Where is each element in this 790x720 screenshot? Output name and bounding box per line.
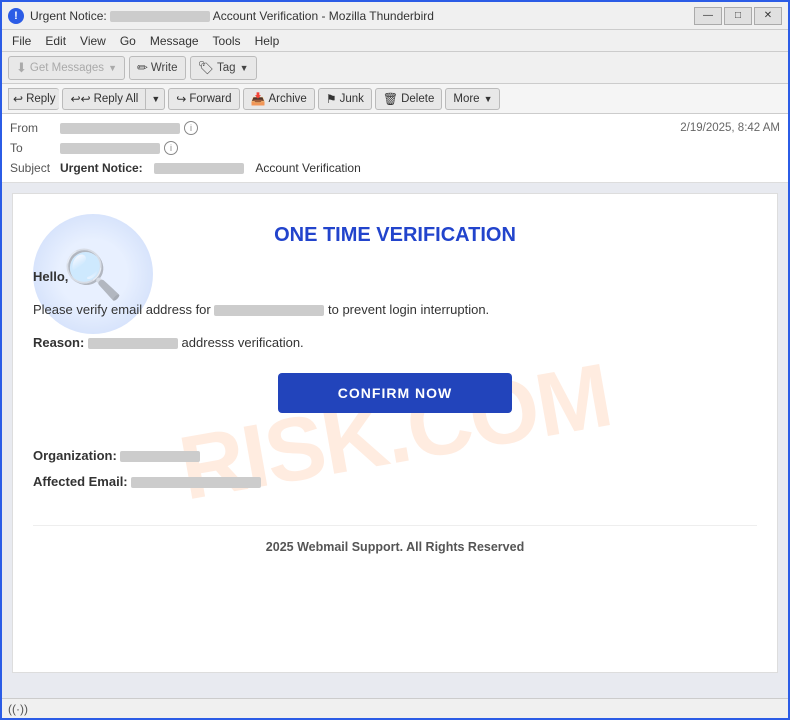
from-row: From i 2/19/2025, 8:42 AM	[10, 118, 780, 138]
delete-icon: 🗑	[383, 92, 398, 106]
status-bar: ((·))	[2, 698, 788, 718]
tag-dropdown-icon: ▼	[240, 63, 249, 73]
org-label: Organization:	[33, 448, 117, 463]
org-section: Organization: Affected Email:	[33, 443, 757, 495]
menu-tools[interactable]: Tools	[207, 32, 247, 50]
junk-icon: ⚑	[326, 92, 337, 106]
maximize-button[interactable]: □	[724, 7, 752, 25]
to-blurred	[60, 143, 160, 154]
close-button[interactable]: ✕	[754, 7, 782, 25]
reply-button[interactable]: ↩ Reply	[8, 88, 59, 110]
body-prefix: Please verify email address for	[33, 302, 211, 317]
reason-label: Reason:	[33, 335, 84, 350]
org-row: Organization:	[33, 443, 757, 469]
subject-blurred	[154, 163, 244, 174]
affected-blurred	[131, 477, 261, 488]
reply-icon: ↩	[13, 92, 23, 106]
reply-all-icon: ↩↩	[70, 92, 90, 106]
reason-blurred	[88, 338, 178, 349]
tag-icon: 🏷	[198, 60, 215, 76]
email-header: From i 2/19/2025, 8:42 AM To i Subject U…	[2, 114, 788, 183]
toolbar: ⬇ Get Messages ▼ ✏ Write 🏷 Tag ▼	[2, 52, 788, 84]
more-button[interactable]: More ▼	[445, 88, 500, 110]
get-messages-dropdown-icon: ▼	[108, 63, 117, 73]
reason-suffix: addresss verification.	[182, 335, 304, 350]
subject-row: Subject Urgent Notice: Account Verificat…	[10, 158, 780, 178]
app-icon	[8, 8, 24, 24]
confirm-button[interactable]: CONFIRM NOW	[278, 373, 512, 413]
to-info-icon[interactable]: i	[164, 141, 178, 155]
menu-file[interactable]: File	[6, 32, 37, 50]
subject-label: Subject	[10, 161, 60, 175]
junk-button[interactable]: ⚑ Junk	[318, 88, 372, 110]
affected-row: Affected Email:	[33, 469, 757, 495]
signal-icon: ((·))	[8, 702, 28, 716]
email-body-wrapper: 🔍 RISK.COM ONE TIME VERIFICATION Hello, …	[2, 183, 788, 698]
to-value: i	[60, 141, 780, 155]
minimize-button[interactable]: —	[694, 7, 722, 25]
subject-urgent-text: Urgent Notice:	[60, 161, 143, 175]
get-messages-button[interactable]: ⬇ Get Messages ▼	[8, 56, 125, 80]
forward-icon: ↪	[176, 92, 186, 106]
menu-message[interactable]: Message	[144, 32, 205, 50]
write-icon: ✏	[137, 60, 148, 76]
archive-button[interactable]: 📥 Archive	[243, 88, 315, 110]
body-suffix: to prevent login interruption.	[328, 302, 489, 317]
subject-value: Urgent Notice: Account Verification	[60, 161, 780, 175]
forward-button[interactable]: ↪ Forward	[168, 88, 239, 110]
reply-all-dropdown[interactable]: ▼	[145, 88, 165, 110]
window-controls: — □ ✕	[694, 7, 782, 25]
greeting-bold: Hello,	[33, 269, 68, 284]
menu-bar: File Edit View Go Message Tools Help	[2, 30, 788, 52]
delete-button[interactable]: 🗑 Delete	[375, 88, 442, 110]
greeting-text: Hello,	[33, 267, 757, 288]
window-title: Urgent Notice: Account Verification - Mo…	[30, 9, 688, 23]
reply-all-button[interactable]: ↩↩ Reply All	[62, 88, 145, 110]
title-bar: Urgent Notice: Account Verification - Mo…	[2, 2, 788, 30]
confirm-btn-wrap: CONFIRM NOW	[33, 373, 757, 413]
reply-all-group: ↩↩ Reply All ▼	[62, 88, 165, 110]
to-row: To i	[10, 138, 780, 158]
from-value: i	[60, 121, 680, 135]
body-blurred-email	[214, 305, 324, 316]
affected-label: Affected Email:	[33, 474, 128, 489]
menu-edit[interactable]: Edit	[39, 32, 72, 50]
reply-all-dropdown-icon: ▼	[151, 94, 160, 104]
title-blurred	[110, 11, 210, 22]
menu-go[interactable]: Go	[114, 32, 142, 50]
from-blurred	[60, 123, 180, 134]
email-content: 🔍 RISK.COM ONE TIME VERIFICATION Hello, …	[12, 193, 778, 673]
menu-help[interactable]: Help	[249, 32, 286, 50]
get-messages-icon: ⬇	[16, 60, 27, 76]
body-paragraph: Please verify email address for to preve…	[33, 300, 757, 321]
menu-view[interactable]: View	[74, 32, 112, 50]
org-blurred	[120, 451, 200, 462]
verification-title: ONE TIME VERIFICATION	[33, 224, 757, 247]
email-timestamp: 2/19/2025, 8:42 AM	[680, 122, 780, 134]
footer-text: 2025 Webmail Support. All Rights Reserve…	[33, 525, 757, 554]
archive-icon: 📥	[251, 92, 266, 106]
reply-group: ↩ Reply	[8, 88, 59, 110]
main-window: Urgent Notice: Account Verification - Mo…	[0, 0, 790, 720]
from-label: From	[10, 121, 60, 135]
email-inner: ONE TIME VERIFICATION Hello, Please veri…	[33, 224, 757, 554]
to-label: To	[10, 141, 60, 155]
tag-button[interactable]: 🏷 Tag ▼	[190, 56, 257, 80]
subject-suffix-text: Account Verification	[255, 161, 360, 175]
from-info-icon[interactable]: i	[184, 121, 198, 135]
write-button[interactable]: ✏ Write	[129, 56, 186, 80]
reason-paragraph: Reason: addresss verification.	[33, 333, 757, 354]
action-bar: ↩ Reply ↩↩ Reply All ▼ ↪ Forward 📥 Archi…	[2, 84, 788, 114]
more-dropdown-icon: ▼	[484, 94, 493, 104]
